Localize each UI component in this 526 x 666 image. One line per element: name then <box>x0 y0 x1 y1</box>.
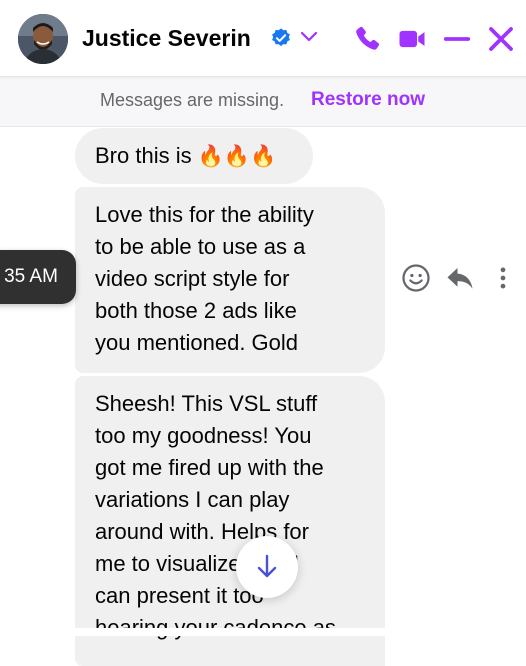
message-line: can present it too <box>95 583 264 608</box>
reply-button[interactable] <box>445 263 475 293</box>
close-icon <box>489 27 513 51</box>
message-line: both those 2 ads like <box>95 298 297 323</box>
missing-messages-banner: Messages are missing. Restore now <box>0 76 526 127</box>
message-line: variations I can play <box>95 487 290 512</box>
chat-header: Justice Severin <box>0 0 526 77</box>
react-button[interactable] <box>401 263 431 293</box>
message-line: Love this for the ability <box>95 202 314 227</box>
avatar-image <box>18 14 68 64</box>
restore-now-link[interactable]: Restore now <box>311 89 425 111</box>
message-line: to be able to use as a <box>95 234 306 259</box>
phone-icon <box>356 26 380 50</box>
arrow-down-icon <box>257 554 277 578</box>
message-line: video script style for <box>95 266 290 291</box>
reply-icon <box>447 268 473 289</box>
close-button[interactable] <box>486 24 516 54</box>
fire-emoji: 🔥🔥🔥 <box>197 145 277 168</box>
video-call-icon <box>399 30 425 48</box>
contact-name[interactable]: Justice Severin <box>82 25 251 52</box>
message-bubble[interactable]: Bro this is 🔥🔥🔥 <box>75 128 313 184</box>
minimize-button[interactable] <box>442 24 472 54</box>
scroll-to-bottom-button[interactable] <box>236 536 298 598</box>
composer-edge <box>0 628 526 636</box>
react-smiley-icon <box>402 264 430 292</box>
phone-call-button[interactable] <box>352 24 382 54</box>
message-bubble[interactable]: Sheesh! This VSL stuff too my goodness! … <box>75 376 385 666</box>
more-options-icon <box>500 267 506 289</box>
message-text: Bro this is <box>95 143 192 168</box>
message-line: you mentioned. Gold <box>95 330 299 355</box>
message-line: Sheesh! This VSL stuff <box>95 391 318 416</box>
more-options-button[interactable] <box>490 263 516 293</box>
message-bubble[interactable]: Love this for the ability to be able to … <box>75 187 385 373</box>
message-line: too my goodness! You <box>95 423 312 448</box>
avatar[interactable] <box>18 14 68 64</box>
message-line: around with. Helps for <box>95 519 309 544</box>
minimize-icon <box>443 37 471 41</box>
chevron-down-icon[interactable] <box>300 30 318 44</box>
missing-messages-text: Messages are missing. <box>100 90 285 110</box>
message-line: got me fired up with the <box>95 455 324 480</box>
video-call-button[interactable] <box>397 24 427 54</box>
timestamp-tooltip: 35 AM <box>0 250 76 304</box>
verified-badge-icon <box>272 28 290 46</box>
message-line: me to visualize how I <box>95 551 300 576</box>
